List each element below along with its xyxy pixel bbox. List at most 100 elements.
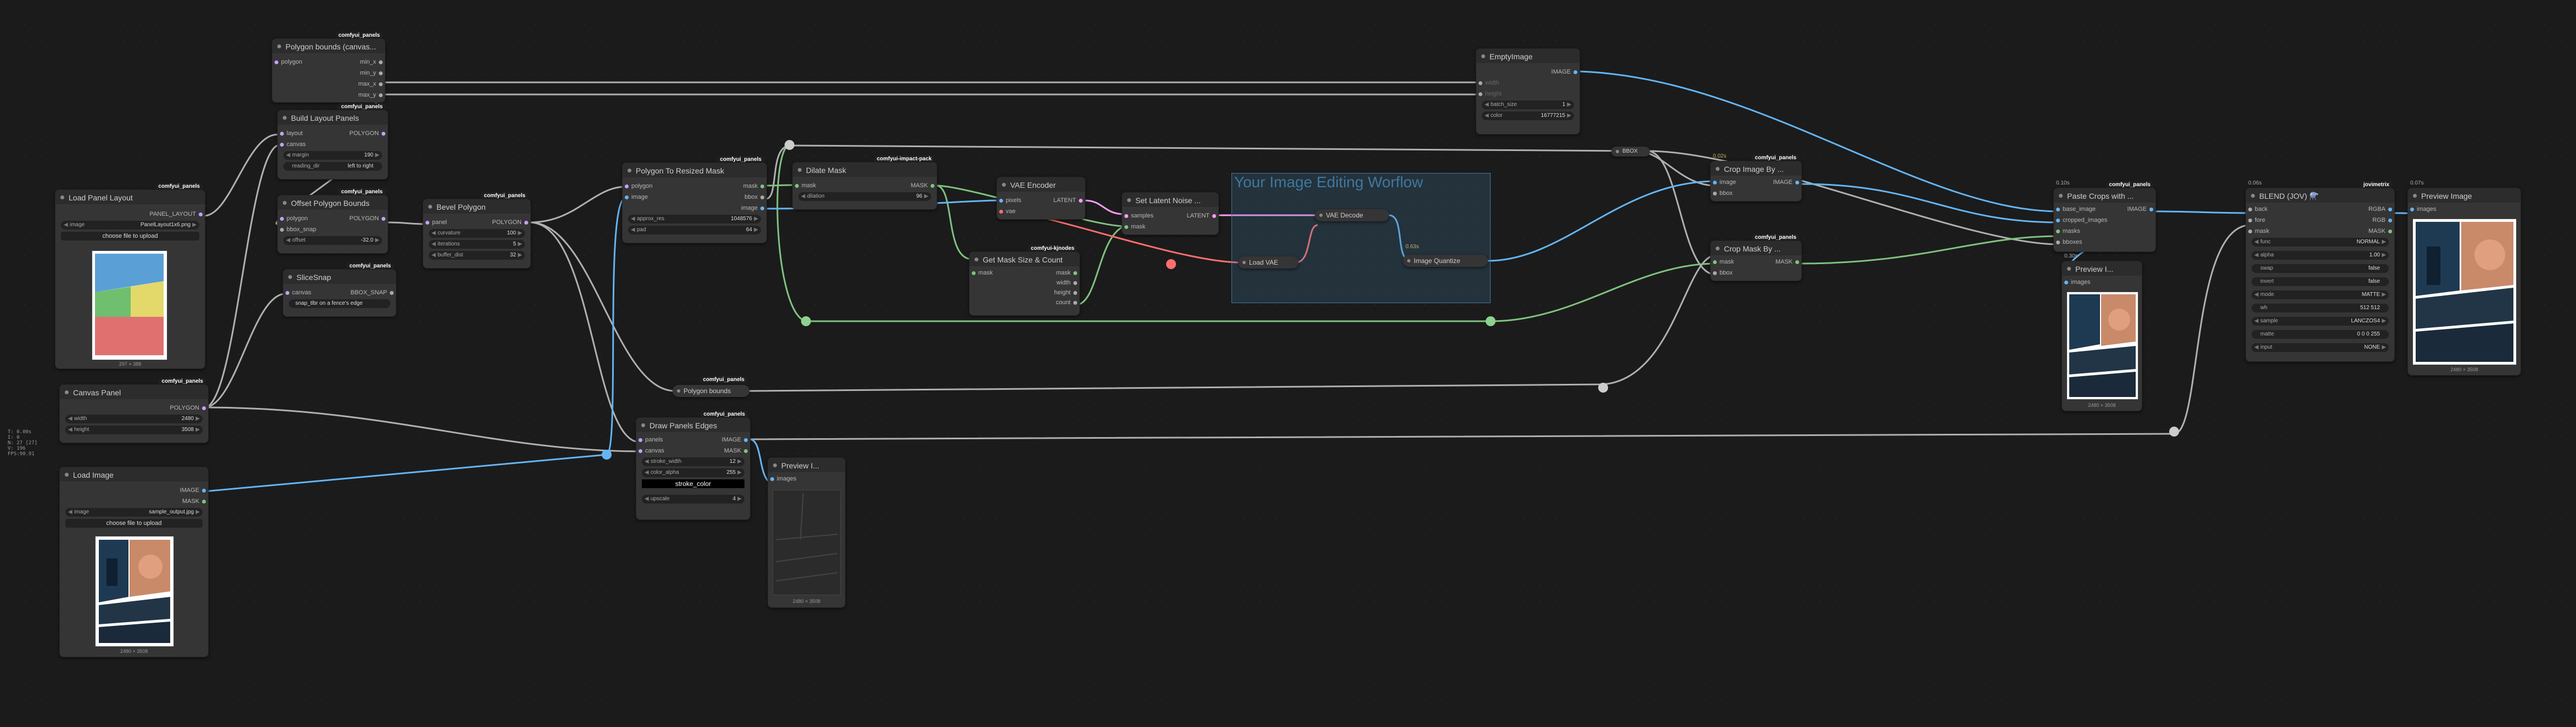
arrow-left-icon[interactable]: ◀ (68, 509, 72, 515)
mode-combo[interactable]: ◀ mode MATTE ▶ (2252, 290, 2389, 299)
input-pin[interactable] (2064, 281, 2068, 284)
node-header[interactable]: Preview I... (2062, 261, 2142, 276)
node-header[interactable]: Polygon To Resized Mask (623, 163, 766, 177)
arrow-right-icon[interactable]: ▶ (754, 227, 758, 233)
output-pin[interactable] (931, 184, 934, 188)
arrow-left-icon[interactable]: ◀ (64, 222, 68, 228)
collapse-dot[interactable] (428, 205, 432, 209)
arrow-left-icon[interactable]: ◀ (1485, 113, 1489, 119)
arrow-right-icon[interactable]: ▶ (375, 237, 379, 243)
input-pin[interactable] (2248, 230, 2252, 233)
arrow-left-icon[interactable]: ◀ (645, 496, 649, 502)
collapse-dot[interactable] (628, 169, 631, 172)
input-pin[interactable] (1124, 214, 1128, 218)
upload-button[interactable]: choose file to upload (65, 519, 203, 528)
node-load-panel-layout[interactable]: comfyui_panels Load Panel Layout PANEL_L… (55, 183, 205, 369)
arrow-left-icon[interactable]: ◀ (631, 227, 635, 233)
node-header[interactable]: Crop Image By ... (1711, 161, 1801, 176)
arrow-right-icon[interactable]: ▶ (375, 152, 379, 158)
color-widget[interactable]: ◀ color 16777215 ▶ (1482, 111, 1574, 120)
upload-button[interactable]: choose file to upload (61, 232, 199, 241)
arrow-left-icon[interactable]: ◀ (286, 152, 290, 158)
node-header[interactable]: Paste Crops with ... (2054, 188, 2155, 203)
node-offset-polygon-bounds[interactable]: comfyui_panels Offset Polygon Bounds pol… (277, 188, 388, 254)
input-pin[interactable] (1479, 81, 1482, 85)
node-load-vae[interactable]: Load VAE (1238, 256, 1298, 269)
node-vae-encoder[interactable]: VAE Encoder pixels LATENT vae (996, 177, 1085, 220)
output-pin[interactable] (379, 93, 383, 97)
output-pin[interactable] (202, 500, 206, 504)
output-pin[interactable] (1073, 291, 1077, 295)
input-pin[interactable] (1713, 260, 1717, 264)
node-polygon-bounds-canvas[interactable]: comfyui_panels Polygon bounds (canvas...… (272, 32, 385, 103)
output-pin[interactable] (379, 71, 383, 75)
arrow-right-icon[interactable]: ▶ (2382, 318, 2386, 324)
arrow-right-icon[interactable]: ▶ (1567, 113, 1571, 119)
collapse-dot[interactable] (1002, 183, 1006, 187)
arrow-left-icon[interactable]: ◀ (801, 193, 805, 199)
output-pin[interactable] (382, 132, 385, 136)
image-combo[interactable]: ◀ image PanelLayout1x6.png ▶ (61, 221, 199, 230)
input-pin[interactable] (999, 210, 1003, 214)
output-pin[interactable] (744, 438, 748, 442)
node-crop-mask-by[interactable]: comfyui_panels Crop Mask By ... mask MASK… (1710, 234, 1802, 281)
arrow-left-icon[interactable]: ◀ (2254, 292, 2259, 298)
batch-size-widget[interactable]: ◀ batch_size 1 ▶ (1482, 100, 1574, 109)
stroke-width-widget[interactable]: ◀ stroke_width 12 ▶ (642, 457, 744, 466)
input-combo[interactable]: ◀ input NONE ▶ (2252, 343, 2389, 352)
input-pin[interactable] (639, 438, 642, 442)
input-pin[interactable] (2248, 208, 2252, 211)
arrow-left-icon[interactable]: ◀ (2254, 239, 2259, 245)
input-pin[interactable] (425, 221, 429, 225)
node-crop-image-by[interactable]: comfyui_panels 0.02s Crop Image By ... i… (1710, 153, 1802, 202)
collapse-dot[interactable] (1242, 261, 1246, 264)
input-pin[interactable] (2410, 208, 2414, 211)
input-pin[interactable] (1479, 92, 1482, 96)
arrow-right-icon[interactable]: ▶ (2382, 239, 2386, 245)
output-pin[interactable] (199, 212, 203, 216)
collapse-dot[interactable] (2067, 267, 2071, 271)
collapse-dot[interactable] (65, 473, 69, 477)
collapse-dot[interactable] (1616, 150, 1619, 153)
arrow-left-icon[interactable]: ◀ (432, 241, 436, 247)
input-pin[interactable] (625, 184, 629, 188)
arrow-left-icon[interactable]: ◀ (432, 252, 436, 258)
node-load-image[interactable]: Load Image IMAGE MASK ◀ image sample_outpu… (59, 467, 209, 657)
node-header[interactable]: Set Latent Noise ... (1122, 193, 1218, 207)
collapse-dot[interactable] (283, 201, 287, 205)
node-header[interactable]: Get Mask Size & Count (970, 252, 1079, 266)
output-pin[interactable] (1073, 281, 1077, 285)
collapse-dot[interactable] (2059, 194, 2063, 198)
node-header[interactable]: Load Image (60, 467, 208, 482)
height-widget[interactable]: ◀ height 3508 ▶ (65, 426, 203, 434)
output-pin[interactable] (1079, 199, 1083, 203)
sample-combo[interactable]: ◀ sample LANCZOS4 ▶ (2252, 317, 2389, 326)
arrow-right-icon[interactable]: ▶ (754, 216, 758, 222)
node-preview-image-2[interactable]: 0.30s Preview I... images 2480 × 3508 (2062, 253, 2142, 411)
node-header[interactable]: Draw Panels Edges (636, 418, 750, 432)
output-pin[interactable] (382, 217, 385, 221)
arrow-right-icon[interactable]: ▶ (2382, 292, 2386, 298)
collapse-dot[interactable] (1407, 259, 1410, 262)
node-header[interactable]: EmptyImage (1476, 49, 1580, 63)
arrow-right-icon[interactable]: ▶ (192, 222, 197, 228)
input-pin[interactable] (2056, 219, 2060, 222)
input-pin[interactable] (625, 195, 629, 199)
node-preview-image-1[interactable]: Preview I... images 2480 × 3508 (768, 457, 845, 608)
arrow-right-icon[interactable]: ▶ (2382, 344, 2386, 350)
matte-widget[interactable]: matte 0 0 0 255 (2252, 330, 2389, 339)
output-pin[interactable] (379, 82, 383, 86)
iterations-widget[interactable]: ◀ iterations 5 ▶ (429, 240, 525, 249)
output-pin[interactable] (1073, 301, 1077, 305)
arrow-left-icon[interactable]: ◀ (68, 416, 72, 422)
arrow-right-icon[interactable]: ▶ (518, 230, 522, 236)
reading-dir-combo[interactable]: reading_dir left to right (283, 162, 382, 171)
output-pin[interactable] (2388, 208, 2392, 211)
collapse-dot[interactable] (60, 195, 64, 199)
snap-combo[interactable]: snap_tlbr on a fence's edge (289, 299, 390, 308)
input-pin[interactable] (2248, 219, 2252, 222)
output-pin[interactable] (744, 449, 748, 453)
editing-workflow-group[interactable]: Your Image Editing Worflow (1231, 173, 1491, 303)
node-polygon-to-resized-mask[interactable]: comfyui_panels Polygon To Resized Mask p… (622, 156, 767, 243)
image-combo[interactable]: ◀ image sample_output.jpg ▶ (65, 508, 203, 517)
